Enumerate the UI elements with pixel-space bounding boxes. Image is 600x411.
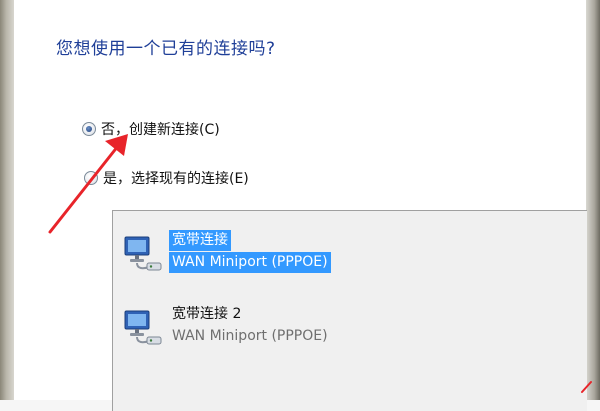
connection-device: WAN Miniport (PPPOE) — [172, 328, 328, 344]
option-use-existing-connection[interactable]: 是，选择现有的连接(E) — [84, 168, 249, 188]
connection-list[interactable]: 宽带连接 WAN Miniport (PPPOE) 宽带连接 2 WAN Min… — [112, 210, 587, 411]
connection-name: 宽带连接 — [169, 230, 231, 251]
network-connection-icon — [124, 310, 162, 345]
connection-item-broadband-2[interactable]: 宽带连接 2 WAN Miniport (PPPOE) — [121, 303, 421, 357]
option-label: 否，创建新连接(C) — [101, 122, 220, 138]
network-connection-icon — [124, 236, 162, 271]
radio-unchecked-icon[interactable] — [84, 171, 98, 185]
connection-item-broadband[interactable]: 宽带连接 WAN Miniport (PPPOE) — [121, 229, 421, 283]
background-window-edge-left — [0, 0, 14, 400]
radio-checked-icon[interactable] — [82, 122, 96, 136]
background-window-edge-right — [586, 0, 600, 400]
connection-name: 宽带连接 2 — [172, 306, 242, 322]
option-create-new-connection[interactable]: 否，创建新连接(C) — [82, 119, 220, 139]
connection-device: WAN Miniport (PPPOE) — [169, 252, 331, 273]
option-label: 是，选择现有的连接(E) — [103, 171, 249, 187]
dialog-question: 您想使用一个已有的连接吗? — [56, 39, 276, 59]
